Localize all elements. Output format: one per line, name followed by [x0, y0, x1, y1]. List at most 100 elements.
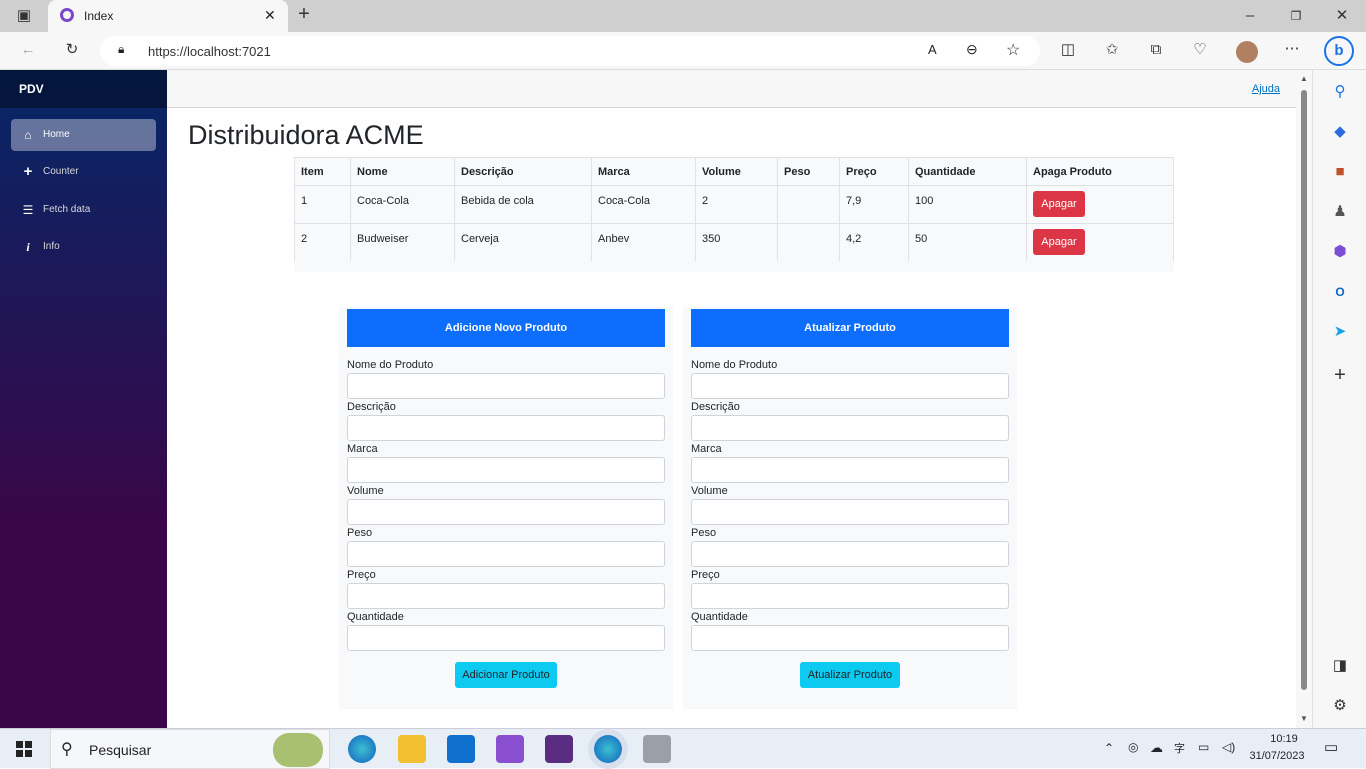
performance-icon[interactable]: ♡: [1190, 41, 1210, 59]
settings-gear-icon[interactable]: ⚙: [1330, 696, 1350, 716]
tools-briefcase-icon[interactable]: ■: [1330, 162, 1350, 182]
update-descricao-input[interactable]: [691, 415, 1009, 441]
tray-chevron-icon[interactable]: ⌃: [1104, 741, 1114, 755]
edge-active-taskbar-icon[interactable]: [594, 735, 622, 763]
column-header: Quantidade: [908, 157, 1027, 186]
shopping-tag-icon[interactable]: ◆: [1330, 122, 1350, 142]
add-peso-input[interactable]: [347, 541, 665, 567]
database-icon[interactable]: [643, 735, 671, 763]
games-icon[interactable]: ♟: [1330, 202, 1350, 222]
plus-icon: +: [23, 163, 33, 180]
terminal-icon[interactable]: [545, 735, 573, 763]
delete-button[interactable]: Apagar: [1033, 229, 1085, 255]
windows-start-icon[interactable]: [16, 741, 32, 757]
scroll-down-icon[interactable]: ▼: [1300, 714, 1308, 723]
delete-button[interactable]: Apagar: [1033, 191, 1085, 217]
clock-date[interactable]: 31/07/2023: [1246, 750, 1308, 762]
add-product-button[interactable]: Adicionar Produto: [455, 662, 557, 688]
restore-icon[interactable]: ❐: [1286, 7, 1306, 25]
update-product-button[interactable]: Atualizar Produto: [800, 662, 900, 688]
home-icon: ⌂: [24, 128, 32, 142]
read-aloud-icon[interactable]: A: [928, 42, 937, 57]
cell-marca: Coca-Cola: [591, 185, 696, 224]
taskbar-search[interactable]: ⚲ Pesquisar: [50, 729, 330, 769]
sidebar-item-home[interactable]: ⌂ Home: [11, 119, 156, 151]
scroll-thumb[interactable]: [1301, 90, 1307, 690]
sidebar-item-info[interactable]: i Info: [11, 231, 156, 263]
cell-peso: [777, 223, 840, 262]
tab-actions-icon[interactable]: ▣: [14, 7, 34, 25]
ime-icon[interactable]: 字: [1174, 740, 1185, 756]
sidebar-item-label: Home: [43, 129, 70, 140]
bing-icon[interactable]: b: [1324, 36, 1354, 66]
edge-taskbar-icon[interactable]: [348, 735, 376, 763]
add-quantidade-input[interactable]: [347, 625, 665, 651]
cell-preco: 7,9: [839, 185, 909, 224]
send-icon[interactable]: ➤: [1330, 322, 1350, 342]
brand-bar: PDV: [0, 70, 167, 108]
add-marca-input[interactable]: [347, 457, 665, 483]
onedrive-cloud-icon[interactable]: ☁: [1150, 740, 1163, 756]
update-preco-input[interactable]: [691, 583, 1009, 609]
field-label: Volume: [347, 485, 384, 497]
update-nome-input[interactable]: [691, 373, 1009, 399]
minimize-icon[interactable]: –: [1240, 7, 1260, 25]
volume-icon[interactable]: ◁): [1222, 740, 1235, 754]
tab-title: Index: [84, 9, 114, 23]
update-quantidade-input[interactable]: [691, 625, 1009, 651]
mail-icon[interactable]: [447, 735, 475, 763]
sidebar-item-counter[interactable]: + Counter: [11, 156, 156, 188]
more-options-icon[interactable]: ⋯: [1282, 40, 1302, 58]
sidebar-item-fetch-data[interactable]: ☰ Fetch data: [11, 194, 156, 226]
notifications-icon[interactable]: ▭: [1324, 738, 1338, 756]
scroll-up-icon[interactable]: ▲: [1300, 74, 1308, 83]
search-icon: ⚲: [61, 741, 73, 758]
file-explorer-icon[interactable]: [398, 735, 426, 763]
taskbar: ⚲ Pesquisar ⌃ ◎ ☁ 字 ▭ ◁) 10:19 31/07/202…: [0, 728, 1366, 769]
close-window-icon[interactable]: ✕: [1332, 7, 1352, 25]
add-icon[interactable]: +: [1330, 365, 1350, 385]
update-volume-input[interactable]: [691, 499, 1009, 525]
favorites-icon[interactable]: ✩: [1102, 41, 1122, 59]
update-product-panel: Atualizar Produto Nome do Produto Descri…: [683, 307, 1017, 709]
search-placeholder: Pesquisar: [89, 742, 152, 758]
cell-item: 2: [294, 223, 351, 262]
favorite-star-icon[interactable]: ☆: [1006, 40, 1020, 60]
brand-title[interactable]: PDV: [19, 82, 44, 96]
visual-studio-icon[interactable]: [496, 735, 524, 763]
new-tab-icon[interactable]: +: [294, 4, 314, 24]
page-scrollbar[interactable]: ▲ ▼: [1296, 70, 1312, 728]
zoom-out-icon[interactable]: ⊖: [966, 41, 978, 58]
clock-time[interactable]: 10:19: [1264, 733, 1304, 745]
cell-item: 1: [294, 185, 351, 224]
url-field[interactable]: 🔒︎ https://localhost:7021 A ⊖ ☆: [100, 36, 1040, 66]
profile-avatar[interactable]: [1236, 41, 1258, 63]
update-marca-input[interactable]: [691, 457, 1009, 483]
add-volume-input[interactable]: [347, 499, 665, 525]
tray-network-icon[interactable]: ◎: [1128, 740, 1138, 754]
products-table: Item Nome Descrição Marca Volume Peso Pr…: [294, 157, 1174, 262]
cell-action: Apagar: [1026, 185, 1174, 224]
monitor-icon[interactable]: ▭: [1198, 740, 1209, 754]
info-icon: i: [26, 240, 30, 254]
search-icon[interactable]: ⚲: [1330, 82, 1350, 102]
column-header: Preço: [839, 157, 909, 186]
field-label: Peso: [347, 527, 373, 539]
add-nome-input[interactable]: [347, 373, 665, 399]
help-link[interactable]: Ajuda: [1252, 83, 1280, 95]
split-screen-icon[interactable]: ◫: [1058, 41, 1078, 59]
sidebar-item-label: Fetch data: [43, 204, 91, 215]
browser-tab[interactable]: Index ✕: [48, 0, 288, 32]
add-preco-input[interactable]: [347, 583, 665, 609]
collections-icon[interactable]: ⧉: [1146, 41, 1166, 59]
outlook-icon[interactable]: O: [1330, 282, 1350, 302]
blazor-logo-icon: [60, 8, 74, 22]
back-icon[interactable]: ←: [18, 41, 38, 59]
office-icon[interactable]: ⬢: [1330, 242, 1350, 262]
refresh-icon[interactable]: ↻: [62, 41, 82, 59]
update-peso-input[interactable]: [691, 541, 1009, 567]
add-descricao-input[interactable]: [347, 415, 665, 441]
sidebar-toggle-icon[interactable]: ◨: [1330, 656, 1350, 676]
tab-close-icon[interactable]: ✕: [264, 7, 276, 24]
field-label: Peso: [691, 527, 717, 539]
